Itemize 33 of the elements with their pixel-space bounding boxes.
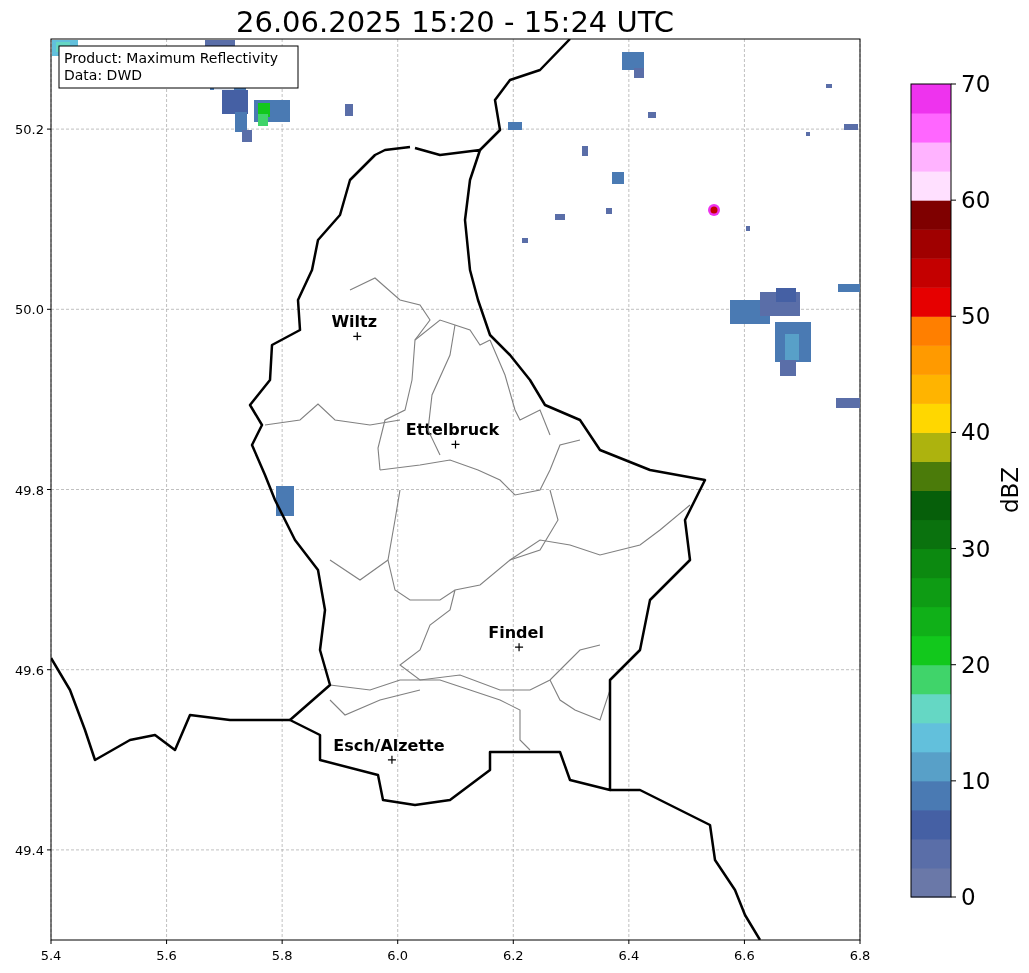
- colorbar-tick-label: 60: [961, 187, 991, 214]
- y-tick-label: 49.4: [15, 842, 44, 858]
- city-label: Esch/Alzette: [333, 735, 445, 755]
- y-tick-label: 50.0: [15, 302, 44, 318]
- info-text: Data: DWD: [64, 67, 142, 83]
- chart-title: 26.06.2025 15:20 - 15:24 UTC: [236, 5, 674, 39]
- x-tick-label: 6.4: [618, 948, 640, 963]
- x-tick-label: 6.2: [502, 948, 524, 963]
- y-tick-label: 49.6: [15, 662, 44, 678]
- colorbar-tick-label: 20: [961, 651, 991, 678]
- colorbar-label: dBZ: [997, 466, 1023, 514]
- y-tick-label: 50.2: [15, 122, 44, 138]
- plus-marker-icon: [352, 331, 362, 341]
- colorbar-tick-label: 30: [961, 535, 991, 562]
- plus-marker-icon: [514, 642, 524, 652]
- city-label: Ettelbruck: [405, 420, 500, 440]
- colorbar-tick-label: 50: [961, 303, 991, 330]
- plus-marker-icon: [387, 755, 397, 765]
- y-tick-label: 49.8: [15, 482, 44, 498]
- colorbar-tick-label: 70: [961, 71, 991, 97]
- x-tick-label: 6.8: [849, 948, 871, 963]
- x-tick-label: 6.0: [387, 948, 409, 963]
- colorbar-tick-label: 10: [961, 767, 991, 794]
- colorbar-tick-label: 40: [961, 419, 991, 446]
- info-text: Product: Maximum Reflectivity: [64, 50, 278, 66]
- city-label: Findel: [488, 623, 544, 643]
- x-tick-label: 5.4: [40, 948, 62, 963]
- x-tick-label: 5.8: [271, 948, 293, 963]
- city-label: Wiltz: [331, 312, 378, 332]
- x-tick-label: 6.6: [734, 948, 755, 963]
- colorbar-tick-label: 0: [961, 884, 976, 910]
- x-tick-label: 5.6: [156, 948, 177, 963]
- plus-marker-icon: [450, 439, 461, 450]
